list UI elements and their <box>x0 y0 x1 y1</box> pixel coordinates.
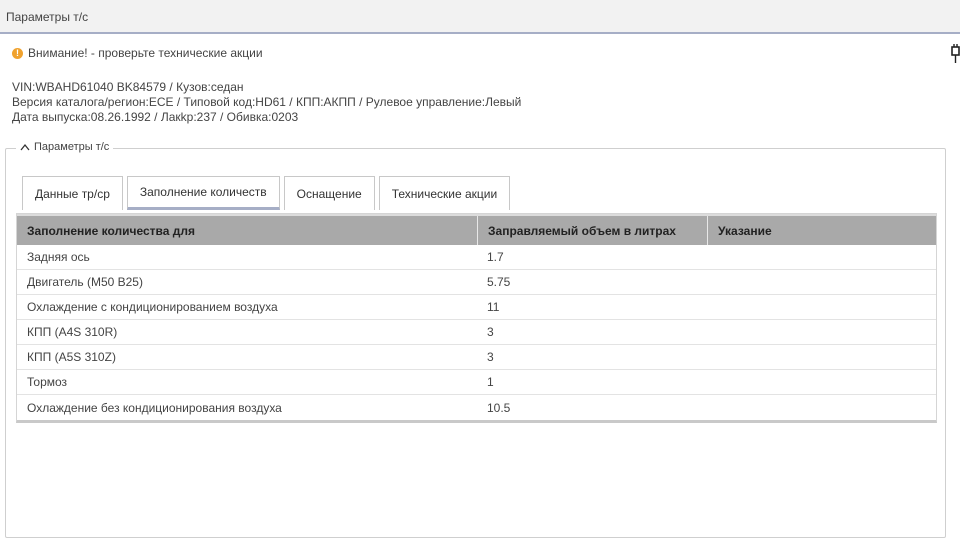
chevron-up-icon <box>20 143 30 151</box>
table-cell <box>707 320 936 344</box>
vehicle-info-line: Версия каталога/регион:ECE / Типовой код… <box>12 95 522 109</box>
table-cell: Охлаждение без кондиционирования воздуха <box>27 400 282 415</box>
window-title: Параметры т/с <box>6 10 89 24</box>
tab-fill-quantities[interactable]: Заполнение количеств <box>126 176 280 210</box>
column-header[interactable]: Заправляемый объем в литрах <box>477 216 707 245</box>
table-row[interactable]: Тормоз 1 <box>17 370 936 395</box>
warning-message: ! Внимание! - проверьте технические акци… <box>12 46 263 60</box>
table-cell <box>707 370 936 394</box>
plug-icon[interactable] <box>951 44 960 64</box>
warning-circle-icon: ! <box>12 47 23 59</box>
table-cell: 10.5 <box>487 400 511 415</box>
vehicle-info-line: VIN:WBAHD61040 BK84579 / Кузов:седан <box>12 80 244 94</box>
tab-technical-campaigns[interactable]: Технические акции <box>378 176 511 210</box>
table-cell <box>707 345 936 369</box>
fill-quantities-table: Заполнение количества для Заправляемый о… <box>16 213 937 423</box>
table-cell: 1 <box>487 375 494 389</box>
column-header[interactable]: Заполнение количества для <box>17 216 477 245</box>
window-titlebar: Параметры т/с <box>0 0 960 34</box>
column-header[interactable]: Указание <box>707 216 936 245</box>
table-cell: 3 <box>487 350 494 364</box>
table-cell: 3 <box>487 325 494 339</box>
warning-text: Внимание! - проверьте технические акции <box>28 46 263 60</box>
vehicle-params-section: Параметры т/с Данные тр/ср Заполнение ко… <box>5 141 946 538</box>
table-row[interactable]: КПП (A4S 310R) 3 <box>17 320 936 345</box>
table-cell: 11 <box>487 300 500 314</box>
table-header: Заполнение количества для Заправляемый о… <box>17 214 936 245</box>
table-cell <box>707 270 936 294</box>
table-cell: Тормоз <box>27 375 68 389</box>
table-row[interactable]: Задняя ось 1.7 <box>17 245 936 270</box>
table-cell: Задняя ось <box>27 250 90 264</box>
vehicle-info: VIN:WBAHD61040 BK84579 / Кузов:седан Вер… <box>12 80 521 125</box>
table-cell: Охлаждение с кондиционированием воздуха <box>27 300 278 314</box>
tab-vehicle-data[interactable]: Данные тр/ср <box>22 176 123 210</box>
table-cell: КПП (A4S 310R) <box>27 325 118 339</box>
table-row[interactable]: КПП (A5S 310Z) 3 <box>17 345 936 370</box>
tab-equipment[interactable]: Оснащение <box>283 176 375 210</box>
table-cell: 1.7 <box>487 250 504 264</box>
table-cell <box>707 295 936 319</box>
table-cell <box>707 245 936 269</box>
table-cell <box>707 395 936 420</box>
table-body: Задняя ось 1.7 Двигатель (M50 B25) 5.75 Охла… <box>17 245 936 420</box>
tab-bar: Данные тр/ср Заполнение количеств Оснаще… <box>22 176 514 210</box>
table-cell: КПП (A5S 310Z) <box>27 350 116 364</box>
table-cell: 5.75 <box>487 275 511 289</box>
table-row[interactable]: Охлаждение без кондиционирования воздуха… <box>17 395 936 420</box>
table-row[interactable]: Охлаждение с кондиционированием воздуха 1… <box>17 295 936 320</box>
section-toggle[interactable]: Параметры т/с <box>16 141 114 153</box>
vehicle-info-line: Дата выпуска:08.26.1992 / Лакkр:237 / Об… <box>12 110 299 124</box>
table-row[interactable]: Двигатель (M50 B25) 5.75 <box>17 270 936 295</box>
section-legend: Параметры т/с <box>34 141 110 153</box>
table-cell: Двигатель (M50 B25) <box>27 275 143 289</box>
